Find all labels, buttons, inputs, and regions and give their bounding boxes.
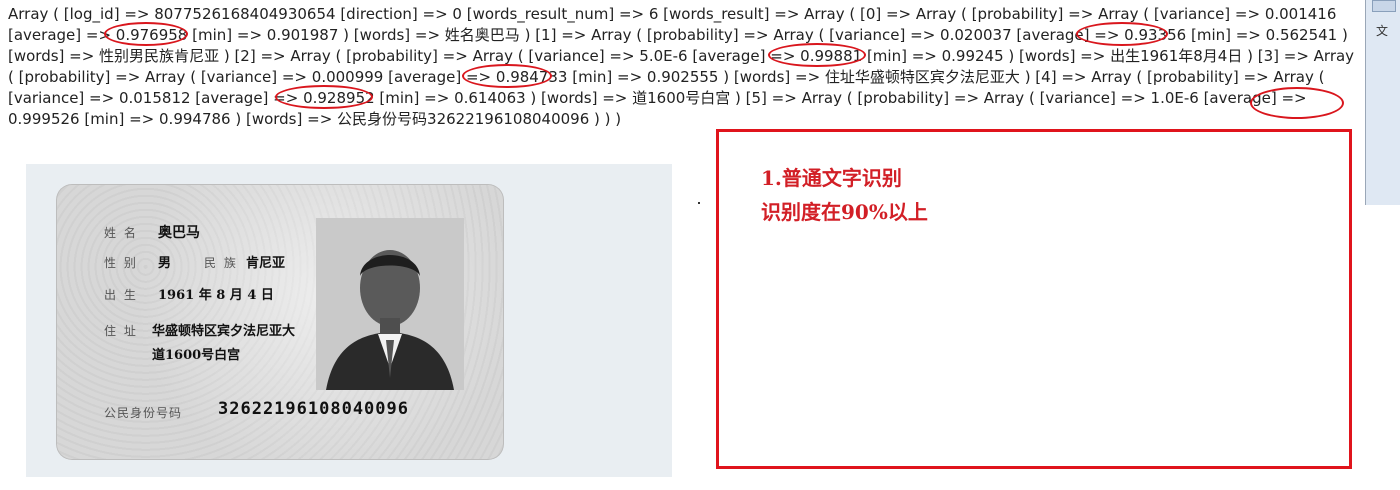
id-number-value: 32622196108040096 [218, 399, 409, 419]
address-line-1: 华盛顿特区宾夕法尼亚大 [152, 324, 296, 339]
portrait-silhouette-icon [316, 218, 464, 390]
ethnicity-label: 民 族 [204, 256, 238, 270]
window-label: 文 [1376, 24, 1389, 38]
id-card-image: 姓 名 奥巴马 性 别 男 民 族 肯尼亚 出 生 1961 年 8 月 4 日… [56, 184, 504, 460]
annotation-line-2: 识别度在90%以上 [761, 200, 928, 224]
annotation-box: 1.普通文字识别 识别度在90%以上 [716, 129, 1352, 469]
address-label: 住 址 [104, 324, 138, 338]
birth-value: 1961 年 8 月 4 日 [158, 288, 274, 303]
gender-label: 性 别 [104, 256, 138, 270]
id-number-label: 公民身份号码 [104, 406, 183, 420]
name-value: 奥巴马 [158, 225, 200, 241]
stray-dot [698, 202, 700, 204]
address-line-2: 道1600号白宫 [152, 348, 241, 363]
name-label: 姓 名 [104, 226, 138, 240]
birth-label: 出 生 [104, 288, 138, 302]
gender-value: 男 [158, 256, 172, 271]
background-window-edge: 文 [1365, 0, 1400, 205]
ocr-result-dump: Array ( [log_id] => 8077526168404930654 … [8, 5, 1355, 128]
ethnicity-value: 肯尼亚 [246, 256, 286, 271]
portrait-photo [316, 218, 464, 390]
annotation-line-1: 1.普通文字识别 [761, 166, 902, 190]
window-button[interactable] [1372, 0, 1396, 12]
